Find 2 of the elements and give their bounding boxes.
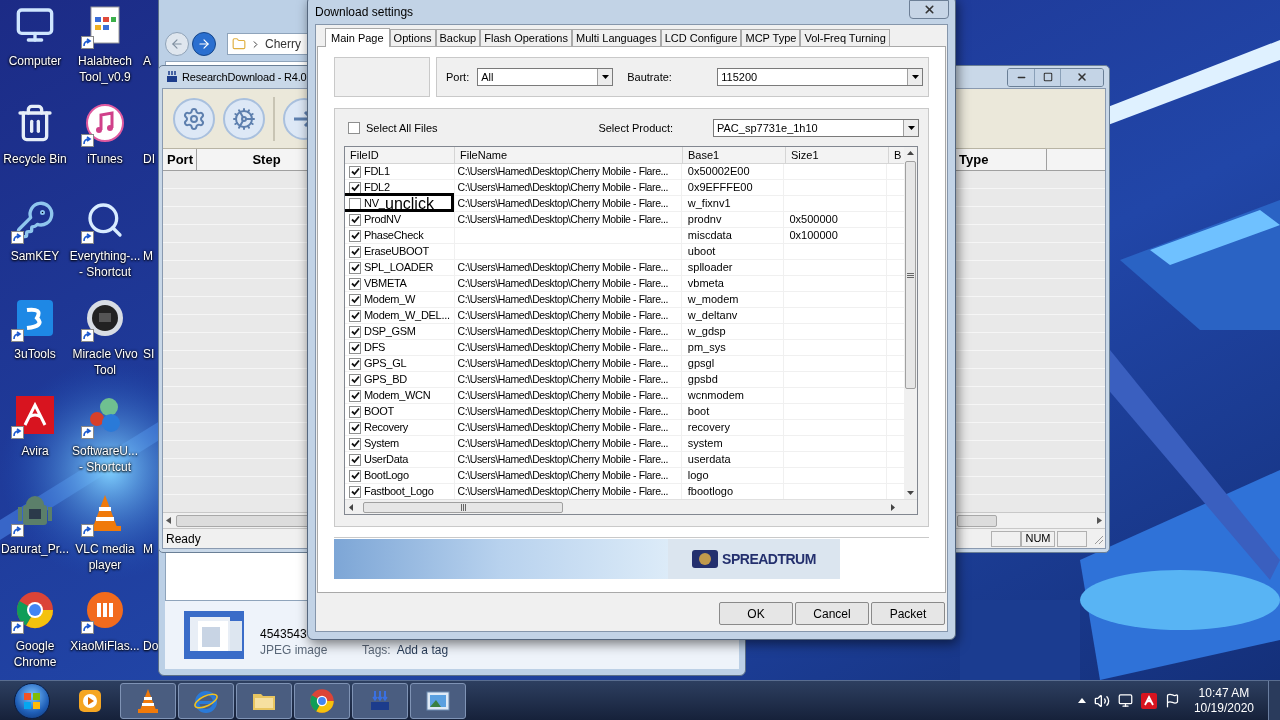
- clock-time: 10:47 AM: [1198, 685, 1250, 701]
- clock-date: 10/19/2020: [1193, 700, 1254, 716]
